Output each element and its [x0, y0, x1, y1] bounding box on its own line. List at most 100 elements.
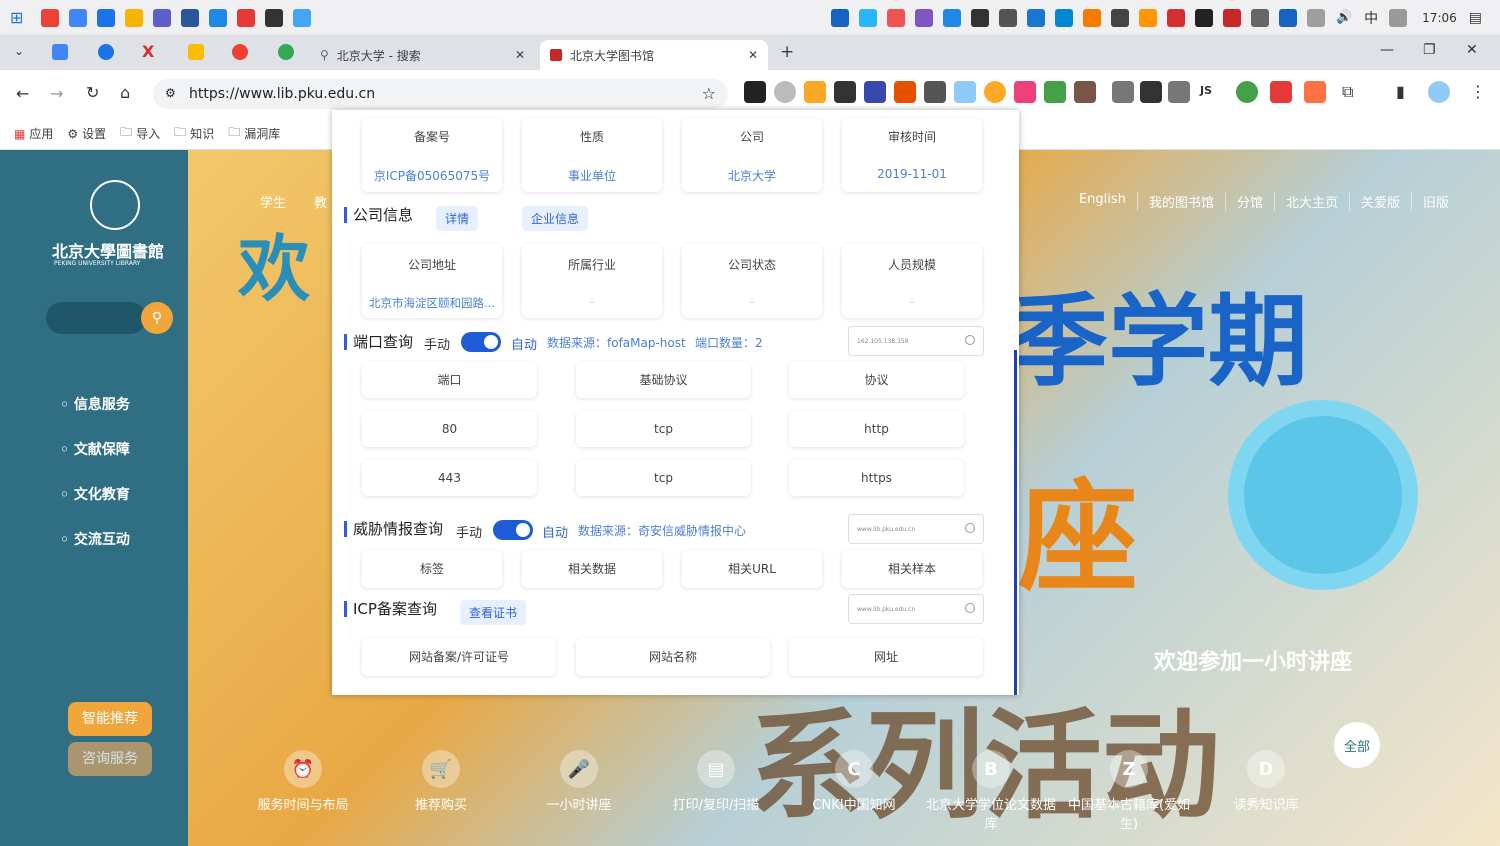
- notification-icon[interactable]: ▤: [1469, 10, 1482, 26]
- tray-icon[interactable]: [970, 8, 989, 27]
- js-extension-icon[interactable]: JS: [1200, 84, 1212, 97]
- enterprise-info-tag[interactable]: 企业信息: [522, 206, 589, 231]
- shortcut-service-hours[interactable]: ⏰ 服务时间与布局: [238, 750, 368, 813]
- shortcut-cnki[interactable]: C CNKI中国知网: [789, 750, 919, 813]
- app-icon[interactable]: [97, 8, 116, 27]
- forward-icon[interactable]: →: [50, 84, 63, 103]
- extension-icon[interactable]: [1304, 81, 1326, 103]
- bookmark-apps[interactable]: ▦ 应用: [14, 125, 53, 142]
- smart-recommend-button[interactable]: 智能推荐: [68, 702, 152, 736]
- shortcut-lecture[interactable]: 🎤 一小时讲座: [514, 750, 644, 813]
- extension-icon[interactable]: [1074, 81, 1096, 103]
- extension-icon[interactable]: [774, 81, 796, 103]
- search-icon[interactable]: [965, 335, 975, 345]
- tray-icon[interactable]: [830, 8, 849, 27]
- reload-icon[interactable]: ↻: [86, 83, 99, 102]
- new-tab-icon[interactable]: +: [780, 42, 794, 62]
- extension-icon[interactable]: [1270, 81, 1292, 103]
- app-icon[interactable]: [209, 8, 228, 27]
- nav-pku-home[interactable]: 北大主页: [1273, 192, 1349, 211]
- menu-info-services[interactable]: ◦ 信息服务: [60, 394, 130, 414]
- nav-my-library[interactable]: 我的图书馆: [1136, 192, 1225, 211]
- clock[interactable]: 17:06: [1422, 11, 1457, 25]
- close-icon[interactable]: ✕: [748, 48, 758, 62]
- search-icon[interactable]: [965, 523, 975, 533]
- site-search-input[interactable]: [46, 302, 146, 334]
- shortcut-ancient-books[interactable]: Z 中国基本古籍库(爱如生): [1064, 750, 1194, 832]
- side-panel-icon[interactable]: ▮: [1396, 82, 1405, 101]
- tray-icon[interactable]: [1054, 8, 1073, 27]
- tab-list-icon[interactable]: ⌄: [14, 44, 24, 58]
- tray-icon[interactable]: [1110, 8, 1129, 27]
- tray-icon[interactable]: [1194, 8, 1213, 27]
- back-icon[interactable]: ←: [16, 84, 29, 103]
- tab-pku-search[interactable]: ⚲ 北京大学 - 搜索 ✕: [310, 40, 535, 70]
- tray-icon[interactable]: [1250, 8, 1269, 27]
- close-window-icon[interactable]: ✕: [1466, 42, 1478, 58]
- menu-interaction[interactable]: ◦ 交流互动: [60, 529, 130, 549]
- tray-icon[interactable]: [1166, 8, 1185, 27]
- app-icon[interactable]: [69, 8, 88, 27]
- extension-icon[interactable]: [954, 81, 976, 103]
- nav-care-edition[interactable]: 关爱版: [1348, 192, 1411, 211]
- maximize-icon[interactable]: ❐: [1423, 42, 1436, 58]
- app-icon[interactable]: [265, 8, 284, 27]
- nav-branches[interactable]: 分馆: [1224, 192, 1274, 211]
- home-icon[interactable]: ⌂: [120, 83, 130, 102]
- site-info-icon[interactable]: ⚙: [165, 86, 176, 100]
- shortcut-duxiu[interactable]: D 读秀知识库: [1201, 750, 1331, 813]
- windows-start-icon[interactable]: ⊞: [10, 8, 23, 27]
- view-cert-tag[interactable]: 查看证书: [460, 600, 527, 625]
- menu-literature[interactable]: ◦ 文献保障: [60, 439, 130, 459]
- panel-scrollbar[interactable]: [1014, 350, 1017, 695]
- port-search-input[interactable]: 162.105.138.158: [848, 326, 984, 356]
- port-auto-toggle[interactable]: [461, 332, 501, 352]
- shortcut-thesis-db[interactable]: B 北京大学学位论文数据库: [926, 750, 1056, 832]
- pinned-tab-icon[interactable]: [278, 44, 294, 60]
- pinned-tab-icon[interactable]: [98, 44, 114, 60]
- pinned-tab-icon[interactable]: [232, 44, 248, 60]
- tab-pku-library[interactable]: 北京大学图书馆 ✕: [540, 40, 768, 70]
- folder-icon[interactable]: [125, 8, 144, 27]
- bookmark-star-icon[interactable]: ☆: [702, 84, 716, 103]
- nav-english[interactable]: English: [1068, 192, 1137, 211]
- extension-icon[interactable]: [924, 81, 946, 103]
- keyboard-icon[interactable]: [1389, 8, 1408, 27]
- menu-culture[interactable]: ◦ 文化教育: [60, 484, 130, 504]
- details-tag[interactable]: 详情: [436, 206, 479, 231]
- extension-icon[interactable]: [1044, 81, 1066, 103]
- extension-icon[interactable]: [1168, 81, 1190, 103]
- extension-icon[interactable]: [864, 81, 886, 103]
- volume-icon[interactable]: 🔊: [1336, 10, 1352, 25]
- extension-icon[interactable]: [1236, 81, 1258, 103]
- tray-icon[interactable]: [1222, 8, 1241, 27]
- bookmark-vuln-db[interactable]: 🗀 漏洞库: [228, 123, 280, 144]
- tray-icon[interactable]: [886, 8, 905, 27]
- extension-icon[interactable]: [1112, 81, 1134, 103]
- bookmark-settings[interactable]: ⚙ 设置: [67, 125, 106, 142]
- close-icon[interactable]: ✕: [515, 48, 525, 62]
- app-icon[interactable]: [293, 8, 312, 27]
- extension-icon[interactable]: [1014, 81, 1036, 103]
- profile-avatar[interactable]: [1428, 81, 1450, 103]
- app-icon[interactable]: [181, 8, 200, 27]
- minimize-icon[interactable]: —: [1380, 42, 1394, 58]
- extensions-puzzle-icon[interactable]: ⧉: [1342, 82, 1353, 102]
- pinned-tab-x-icon[interactable]: X: [142, 42, 154, 61]
- threat-auto-toggle[interactable]: [493, 520, 533, 540]
- url-text[interactable]: https://www.lib.pku.edu.cn: [189, 86, 375, 102]
- nav-old-version[interactable]: 旧版: [1410, 192, 1460, 211]
- tray-icon[interactable]: [998, 8, 1017, 27]
- app-icon[interactable]: [237, 8, 256, 27]
- search-icon[interactable]: [965, 603, 975, 613]
- address-bar[interactable]: ⚙ https://www.lib.pku.edu.cn ☆: [153, 79, 728, 109]
- extension-icon[interactable]: [834, 81, 856, 103]
- tray-icon[interactable]: [942, 8, 961, 27]
- search-button[interactable]: ⚲: [141, 302, 173, 334]
- tray-icon[interactable]: [1278, 8, 1297, 27]
- tray-icon[interactable]: [914, 8, 933, 27]
- tray-icon[interactable]: [1026, 8, 1045, 27]
- threat-search-input[interactable]: www.lib.pku.edu.cn: [848, 514, 984, 544]
- tab-group-icon[interactable]: [52, 44, 68, 60]
- nav-left-item[interactable]: 学生: [260, 192, 286, 211]
